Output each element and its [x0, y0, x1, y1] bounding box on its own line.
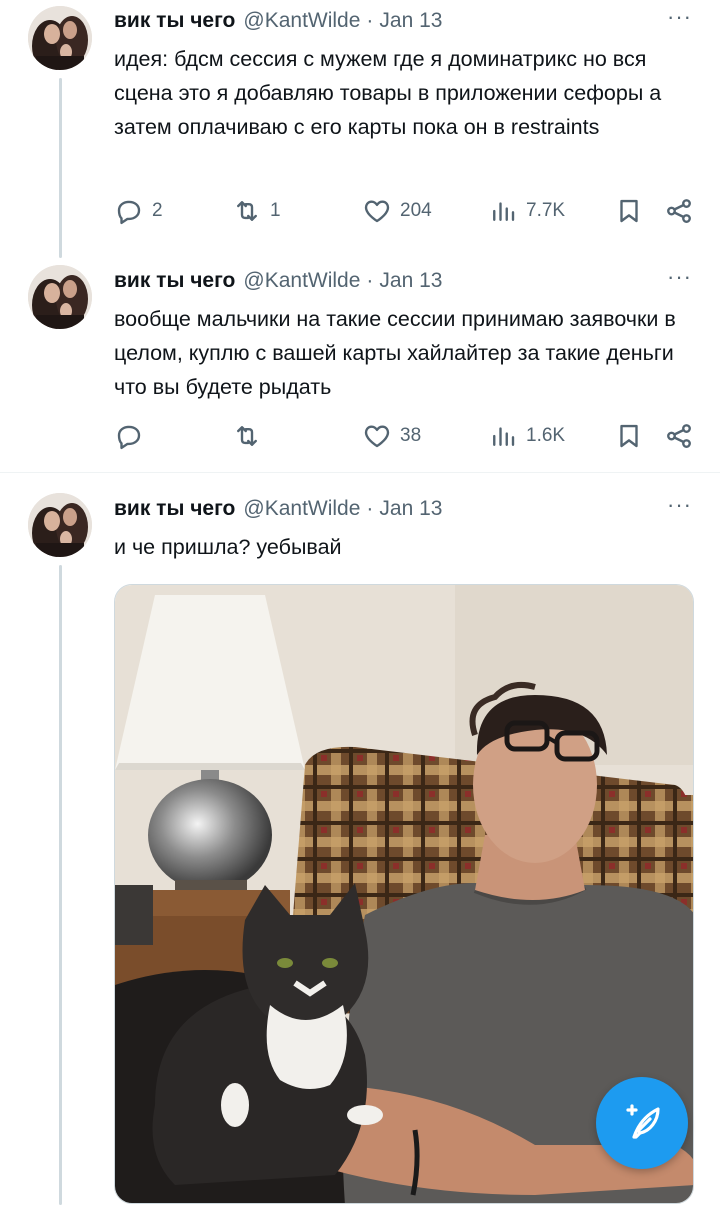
tweet-date[interactable]: Jan 13	[379, 9, 442, 33]
heart-icon	[364, 425, 390, 448]
compose-icon	[626, 1104, 660, 1139]
more-options-icon[interactable]: ···	[667, 4, 692, 30]
separator-dot: ·	[366, 9, 374, 32]
tweet-text: и че пришла? уебывай	[114, 535, 342, 559]
like-button[interactable]: 38	[362, 419, 421, 453]
tweet-2[interactable]: вик ты чего @KantWilde · Jan 13 ··· вооб…	[0, 262, 720, 472]
tweet-actions: 2 1 204 7.7K	[114, 194, 696, 228]
author-handle[interactable]: @KantWilde	[243, 9, 360, 33]
share-icon	[667, 424, 691, 448]
tweet-actions: 38 1.6K	[114, 419, 696, 453]
tweet-text: вообще мальчики на такие сессии принимаю…	[114, 307, 676, 399]
retweet-button[interactable]: 1	[232, 194, 281, 228]
compose-button[interactable]	[596, 1077, 688, 1169]
bookmark-button[interactable]	[614, 419, 644, 453]
tweet-text: идея: бдсм сессия с мужем где я доминатр…	[114, 47, 662, 139]
tweet-header: вик ты чего @KantWilde · Jan 13	[114, 266, 442, 296]
avatar[interactable]	[28, 493, 92, 557]
author-handle[interactable]: @KantWilde	[243, 497, 360, 521]
views-icon	[493, 202, 515, 221]
reply-count: 2	[152, 200, 163, 221]
retweet-count: 1	[270, 200, 281, 221]
views-button[interactable]: 7.7K	[488, 194, 565, 228]
reply-button[interactable]: 2	[114, 194, 163, 228]
author-handle[interactable]: @KantWilde	[243, 269, 360, 293]
share-button[interactable]	[664, 194, 694, 228]
thread-line	[59, 565, 62, 1205]
retweet-icon	[237, 201, 257, 221]
thread-line	[59, 78, 62, 258]
tweet-header: вик ты чего @KantWilde · Jan 13	[114, 494, 442, 524]
tweet-header: вик ты чего @KantWilde · Jan 13	[114, 6, 442, 36]
views-count: 7.7K	[526, 200, 566, 221]
tweet-date[interactable]: Jan 13	[379, 269, 442, 293]
author-name[interactable]: вик ты чего	[114, 497, 235, 521]
bookmark-icon	[620, 199, 638, 223]
author-name[interactable]: вик ты чего	[114, 9, 235, 33]
retweet-button[interactable]	[232, 419, 270, 453]
share-icon	[667, 199, 691, 223]
author-name[interactable]: вик ты чего	[114, 269, 235, 293]
heart-icon	[364, 200, 390, 223]
views-button[interactable]: 1.6K	[488, 419, 565, 453]
more-options-icon[interactable]: ···	[667, 492, 692, 518]
reply-icon	[117, 425, 141, 450]
retweet-icon	[237, 426, 257, 446]
avatar[interactable]	[28, 6, 92, 70]
bookmark-button[interactable]	[614, 194, 644, 228]
reply-icon	[117, 200, 141, 225]
separator-dot: ·	[366, 269, 374, 292]
avatar[interactable]	[28, 265, 92, 329]
views-icon	[493, 427, 515, 446]
like-button[interactable]: 204	[362, 194, 432, 228]
like-count: 38	[400, 425, 422, 446]
more-options-icon[interactable]: ···	[667, 264, 692, 290]
like-count: 204	[400, 200, 432, 221]
tweet-date[interactable]: Jan 13	[379, 497, 442, 521]
bookmark-icon	[620, 424, 638, 448]
share-button[interactable]	[664, 419, 694, 453]
reply-button[interactable]	[114, 419, 152, 453]
separator-dot: ·	[366, 497, 374, 520]
views-count: 1.6K	[526, 425, 566, 446]
tweet-1[interactable]: вик ты чего @KantWilde · Jan 13 ··· идея…	[0, 0, 720, 262]
